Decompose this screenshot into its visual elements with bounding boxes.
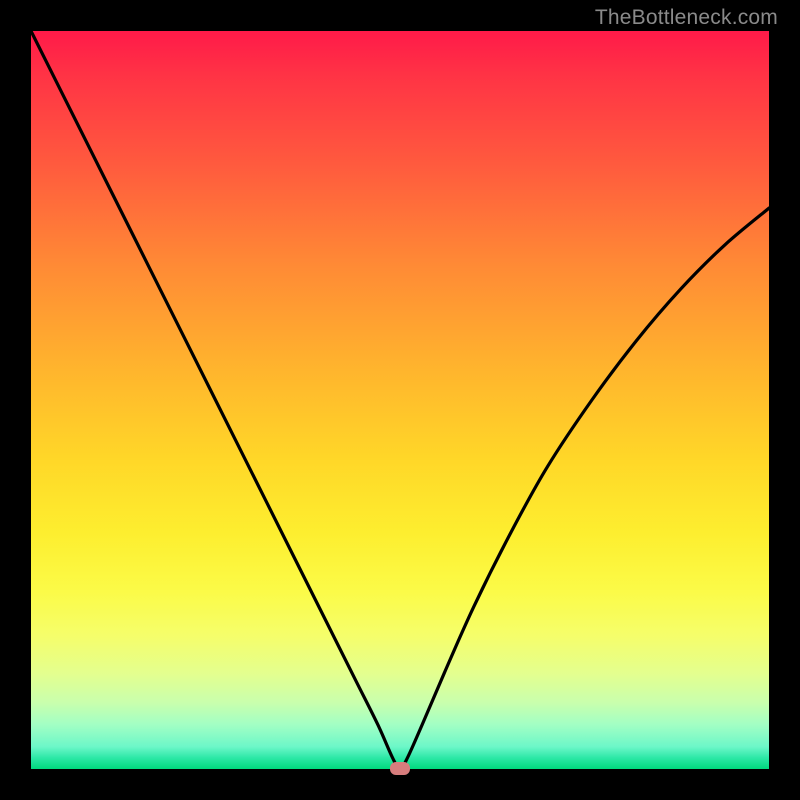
- bottleneck-curve: [31, 31, 769, 769]
- optimal-marker: [390, 762, 410, 775]
- plot-area: [31, 31, 769, 769]
- chart-frame: TheBottleneck.com: [0, 0, 800, 800]
- attribution-text: TheBottleneck.com: [595, 6, 778, 30]
